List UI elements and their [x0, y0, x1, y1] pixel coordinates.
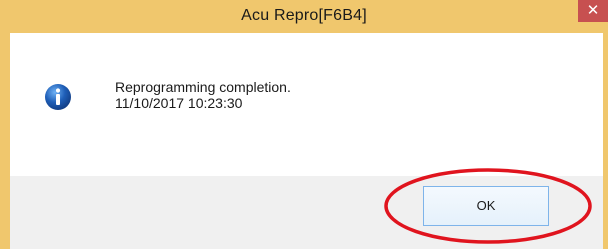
close-button[interactable]: ✕	[578, 0, 608, 22]
ok-button[interactable]: OK	[423, 186, 549, 226]
title-bar[interactable]: Acu Repro[F6B4] ✕	[0, 0, 608, 33]
info-icon	[45, 84, 71, 110]
message-line-timestamp: 11/10/2017 10:23:30	[115, 95, 243, 111]
message-text: Reprogramming completion. 11/10/2017 10:…	[115, 79, 291, 111]
close-icon: ✕	[586, 1, 600, 19]
message-line-status: Reprogramming completion.	[115, 79, 291, 95]
dialog-window: Acu Repro[F6B4] ✕ Reprogramming completi…	[0, 0, 608, 249]
dialog-content: Reprogramming completion. 11/10/2017 10:…	[10, 33, 603, 249]
window-title: Acu Repro[F6B4]	[241, 7, 367, 24]
